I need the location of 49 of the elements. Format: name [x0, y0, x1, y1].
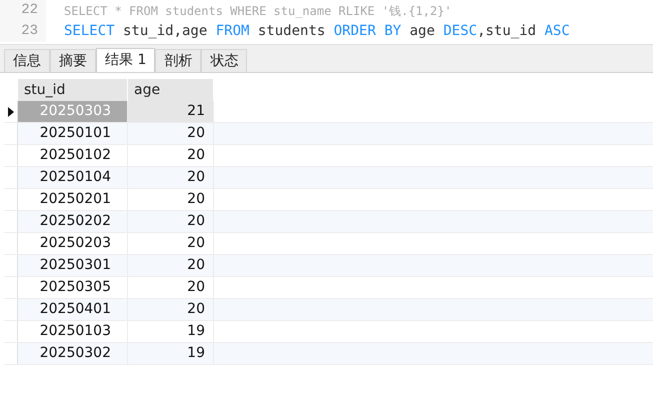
table-cell: 20 — [128, 277, 214, 298]
table-cell: 20250302 — [18, 343, 128, 364]
tab[interactable]: 信息 — [4, 49, 50, 72]
table-cell: 20 — [128, 233, 214, 254]
column-header[interactable]: stu_id — [18, 79, 128, 101]
table-cell: 20250203 — [18, 233, 128, 254]
line-number: 22 — [0, 0, 46, 21]
table-cell: 20 — [128, 123, 214, 144]
table-row[interactable]: 20250201 20 — [4, 189, 653, 211]
table-cell: 20250303 — [18, 101, 128, 122]
table-row[interactable]: 20250305 20 — [4, 277, 653, 299]
table-row[interactable]: 20250203 20 — [4, 233, 653, 255]
tab[interactable]: 剖析 — [155, 49, 202, 72]
table-cell: 21 — [128, 101, 214, 122]
code-editor[interactable]: 22 SELECT * FROM students WHERE stu_name RLIKE '钱.{1,2}' 23 SELECT stu_id,age FROM students ORDER BY age DESC,stu_id ASC — [0, 0, 653, 45]
code-line: SELECT * FROM students WHERE stu_name RLIKE '钱.{1,2}' — [63, 2, 452, 20]
tab[interactable]: 摘要 — [50, 49, 96, 72]
table-cell: 20250401 — [18, 299, 128, 320]
table-cell: 20250104 — [18, 167, 128, 188]
code-line: SELECT stu_id,age FROM students ORDER BY age DESC,stu_id ASC — [63, 22, 570, 41]
tab[interactable]: 状态 — [201, 49, 248, 72]
table-row[interactable]: 20250202 20 — [4, 211, 653, 233]
table-cell: 20250101 — [18, 123, 128, 144]
table-cell: 20250305 — [18, 277, 128, 298]
table-cell: 20250103 — [18, 321, 128, 342]
table-cell: 20250102 — [18, 145, 128, 166]
table-cell: 20250202 — [18, 211, 128, 232]
table-cell: 20250301 — [18, 255, 128, 276]
table-row[interactable]: 20250302 19 — [4, 343, 653, 365]
table-cell: 19 — [128, 321, 214, 342]
table-cell: 20 — [128, 189, 214, 210]
table-row[interactable]: 20250104 20 — [4, 167, 653, 189]
table-row[interactable]: 20250301 20 — [4, 255, 653, 277]
table-row[interactable]: 20250102 20 — [4, 145, 653, 167]
tab[interactable]: 结果 1 — [96, 48, 156, 72]
table-cell: 20 — [128, 299, 214, 320]
table-row[interactable]: 20250101 20 — [4, 123, 653, 145]
table-cell: 19 — [128, 343, 214, 364]
table-row[interactable]: 20250401 20 — [4, 299, 653, 321]
column-header[interactable]: age — [128, 79, 214, 101]
table-cell: 20 — [128, 255, 214, 276]
table-row[interactable]: 20250303 21 — [4, 101, 653, 123]
table-cell: 20 — [128, 167, 214, 188]
table-cell: 20 — [128, 211, 214, 232]
table-cell: 20 — [128, 145, 214, 166]
table-cell: 20250201 — [18, 189, 128, 210]
current-row-icon — [8, 106, 14, 116]
table-row[interactable]: 20250103 19 — [4, 321, 653, 343]
line-number: 23 — [0, 21, 46, 42]
